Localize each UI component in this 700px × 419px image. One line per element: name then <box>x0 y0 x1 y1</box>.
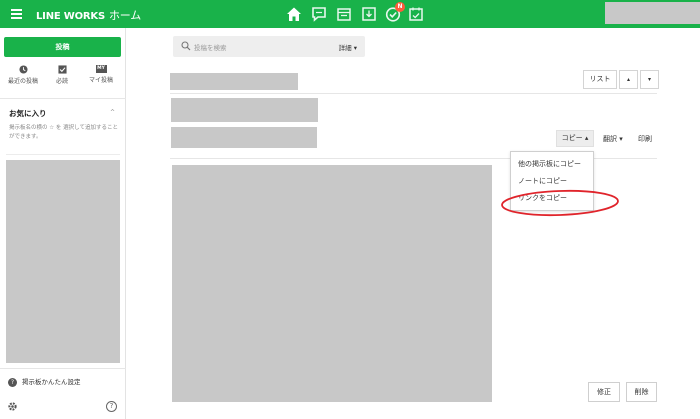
divider <box>170 93 657 94</box>
my-icon: MY <box>95 65 107 73</box>
quick-my-posts[interactable]: MY マイ投稿 <box>80 65 122 84</box>
board-easy-setting-link[interactable]: ? 掲示板かんたん設定 <box>8 376 81 387</box>
divider <box>6 154 120 155</box>
delete-button[interactable]: 削除 <box>626 382 657 402</box>
quick-label: 最近の投稿 <box>7 78 38 85</box>
favorites-list-placeholder <box>6 160 120 363</box>
clock-icon <box>18 65 28 74</box>
post-body-placeholder <box>172 165 492 402</box>
search-placeholder: 投稿を検索 <box>194 44 227 52</box>
print-button[interactable]: 印刷 <box>638 134 652 144</box>
sidebar: 投稿 最近の投稿 必読 MY マイ投稿 お気に入り ^ 掲示板名の横の ☆ を … <box>0 28 126 419</box>
help-icon[interactable]: ? <box>106 401 117 412</box>
calendar-icon[interactable] <box>408 6 424 22</box>
brand-logo: LINE WORKS <box>36 11 105 22</box>
board-title-placeholder <box>170 73 298 90</box>
copy-dropdown-button[interactable]: コピー ▴ <box>556 130 594 147</box>
app-title[interactable]: LINE WORKS ホーム <box>36 7 141 23</box>
quick-label: 必読 <box>55 78 68 85</box>
divider <box>0 98 126 99</box>
copy-to-other-board-item[interactable]: 他の掲示板にコピー <box>518 159 581 169</box>
home-icon[interactable] <box>286 6 302 22</box>
quick-must-read[interactable]: 必読 <box>41 65 83 85</box>
chevron-up-icon[interactable]: ^ <box>110 109 115 116</box>
board-icon[interactable] <box>336 6 352 22</box>
edit-button[interactable]: 修正 <box>588 382 620 402</box>
post-title-placeholder <box>171 98 318 122</box>
favorites-title[interactable]: お気に入り <box>9 108 47 119</box>
copy-menu: 他の掲示板にコピー ノートにコピー リンクをコピー <box>510 151 594 211</box>
user-profile-area[interactable] <box>605 2 700 24</box>
copy-link-item[interactable]: リンクをコピー <box>518 193 567 203</box>
top-bar: LINE WORKS ホーム N <box>0 0 700 28</box>
post-search-bar[interactable]: 投稿を検索 詳細 ▾ <box>173 36 365 57</box>
board-easy-setting-label: 掲示板かんたん設定 <box>22 378 81 386</box>
previous-post-button[interactable]: ▴ <box>619 70 638 89</box>
favorites-description: 掲示板名の横の ☆ を 選択して追加することができます。 <box>9 125 119 140</box>
translate-dropdown[interactable]: 翻訳 ▾ <box>603 134 623 144</box>
divider <box>0 368 126 369</box>
check-box-icon <box>57 65 67 74</box>
quick-label: マイ投稿 <box>88 77 113 84</box>
post-button[interactable]: 投稿 <box>4 37 121 57</box>
download-icon[interactable] <box>361 6 377 22</box>
copy-to-note-item[interactable]: ノートにコピー <box>518 176 567 186</box>
list-button[interactable]: リスト <box>583 70 617 89</box>
question-circle-icon: ? <box>8 377 17 387</box>
menu-icon[interactable] <box>11 9 22 19</box>
next-post-button[interactable]: ▾ <box>640 70 659 89</box>
list-navigation: リスト ▴ ▾ <box>583 70 659 89</box>
notification-badge: N <box>395 2 405 12</box>
task-icon[interactable]: N <box>385 2 405 22</box>
search-icon <box>181 41 191 51</box>
chat-icon[interactable] <box>311 6 327 22</box>
author-info-placeholder <box>171 127 317 148</box>
quick-recent-posts[interactable]: 最近の投稿 <box>2 65 44 85</box>
gear-icon[interactable] <box>7 401 18 412</box>
brand-home: ホーム <box>108 9 142 22</box>
search-detail-dropdown[interactable]: 詳細 ▾ <box>339 42 357 52</box>
